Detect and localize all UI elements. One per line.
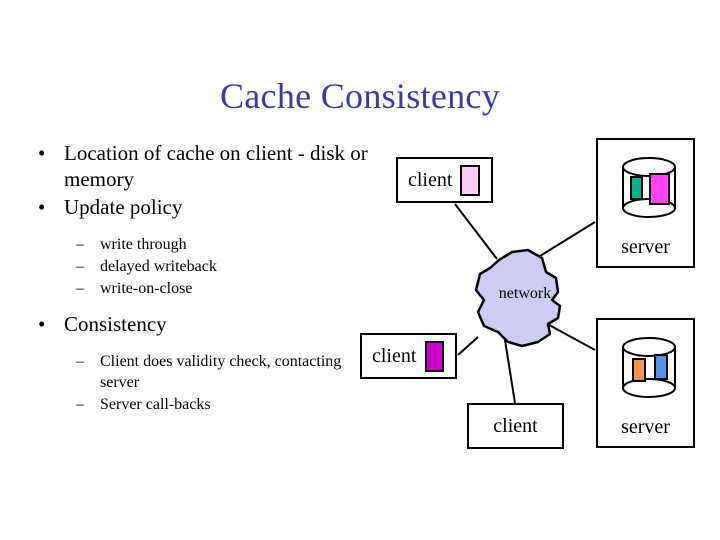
database-cylinder-icon xyxy=(620,156,678,220)
disk-chip xyxy=(654,354,668,380)
network-architecture-diagram: network client client client server serv… xyxy=(0,0,720,540)
network-label: network xyxy=(498,285,552,302)
disk-chip xyxy=(649,173,670,205)
client-label: client xyxy=(493,415,538,437)
cache-chip xyxy=(460,164,481,196)
server-label: server xyxy=(621,416,670,438)
disk-chip xyxy=(630,176,643,200)
server-label: server xyxy=(621,236,670,258)
client-label: client xyxy=(408,169,453,191)
database-cylinder-icon xyxy=(620,336,678,400)
client-node-bottom[interactable]: client xyxy=(467,403,564,449)
client-node-middle[interactable]: client xyxy=(360,333,457,379)
connector-lines xyxy=(454,203,596,404)
disk-chip xyxy=(632,358,646,382)
client-label: client xyxy=(372,345,417,367)
server-node-top[interactable]: server xyxy=(596,138,695,268)
cache-chip xyxy=(425,340,445,372)
client-node-top[interactable]: client xyxy=(396,157,493,203)
connector-network-to-client-bottom xyxy=(504,339,516,404)
server-node-bottom[interactable]: server xyxy=(596,318,695,448)
